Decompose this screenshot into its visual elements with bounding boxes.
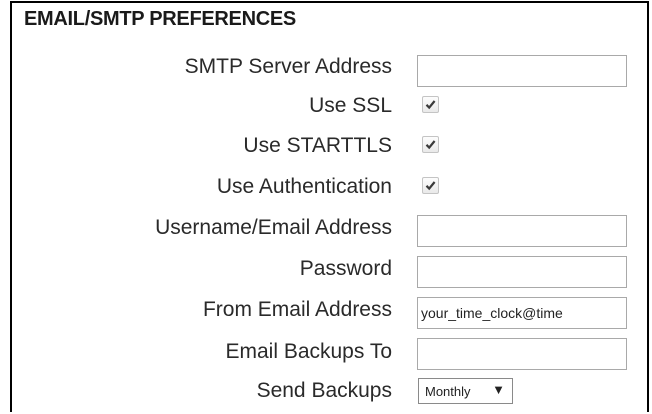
- use-starttls-label: Use STARTTLS: [243, 134, 392, 157]
- username-label: Username/Email Address: [155, 216, 392, 239]
- email-backups-to-label: Email Backups To: [225, 340, 392, 363]
- checkmark-icon: [425, 140, 436, 150]
- password-input[interactable]: [417, 256, 627, 288]
- use-ssl-checkbox[interactable]: [422, 96, 439, 113]
- send-backups-label: Send Backups: [256, 379, 392, 402]
- from-email-input[interactable]: [417, 297, 627, 329]
- dropdown-arrow-icon: ▼: [492, 382, 505, 397]
- use-starttls-checkbox[interactable]: [422, 136, 439, 153]
- use-ssl-label: Use SSL: [309, 94, 392, 117]
- smtp-server-input[interactable]: [417, 55, 627, 87]
- use-authentication-checkbox[interactable]: [422, 177, 439, 194]
- use-authentication-label: Use Authentication: [216, 175, 392, 198]
- section-title: EMAIL/SMTP PREFERENCES: [24, 8, 296, 30]
- checkmark-icon: [425, 181, 436, 191]
- send-backups-selected-value: Monthly: [425, 384, 471, 399]
- username-input[interactable]: [417, 215, 627, 247]
- send-backups-select[interactable]: Monthly ▼: [418, 378, 513, 404]
- password-label: Password: [299, 257, 392, 280]
- checkmark-icon: [425, 100, 436, 110]
- smtp-server-label: SMTP Server Address: [184, 55, 392, 78]
- email-backups-to-input[interactable]: [417, 338, 627, 370]
- from-email-label: From Email Address: [202, 298, 392, 321]
